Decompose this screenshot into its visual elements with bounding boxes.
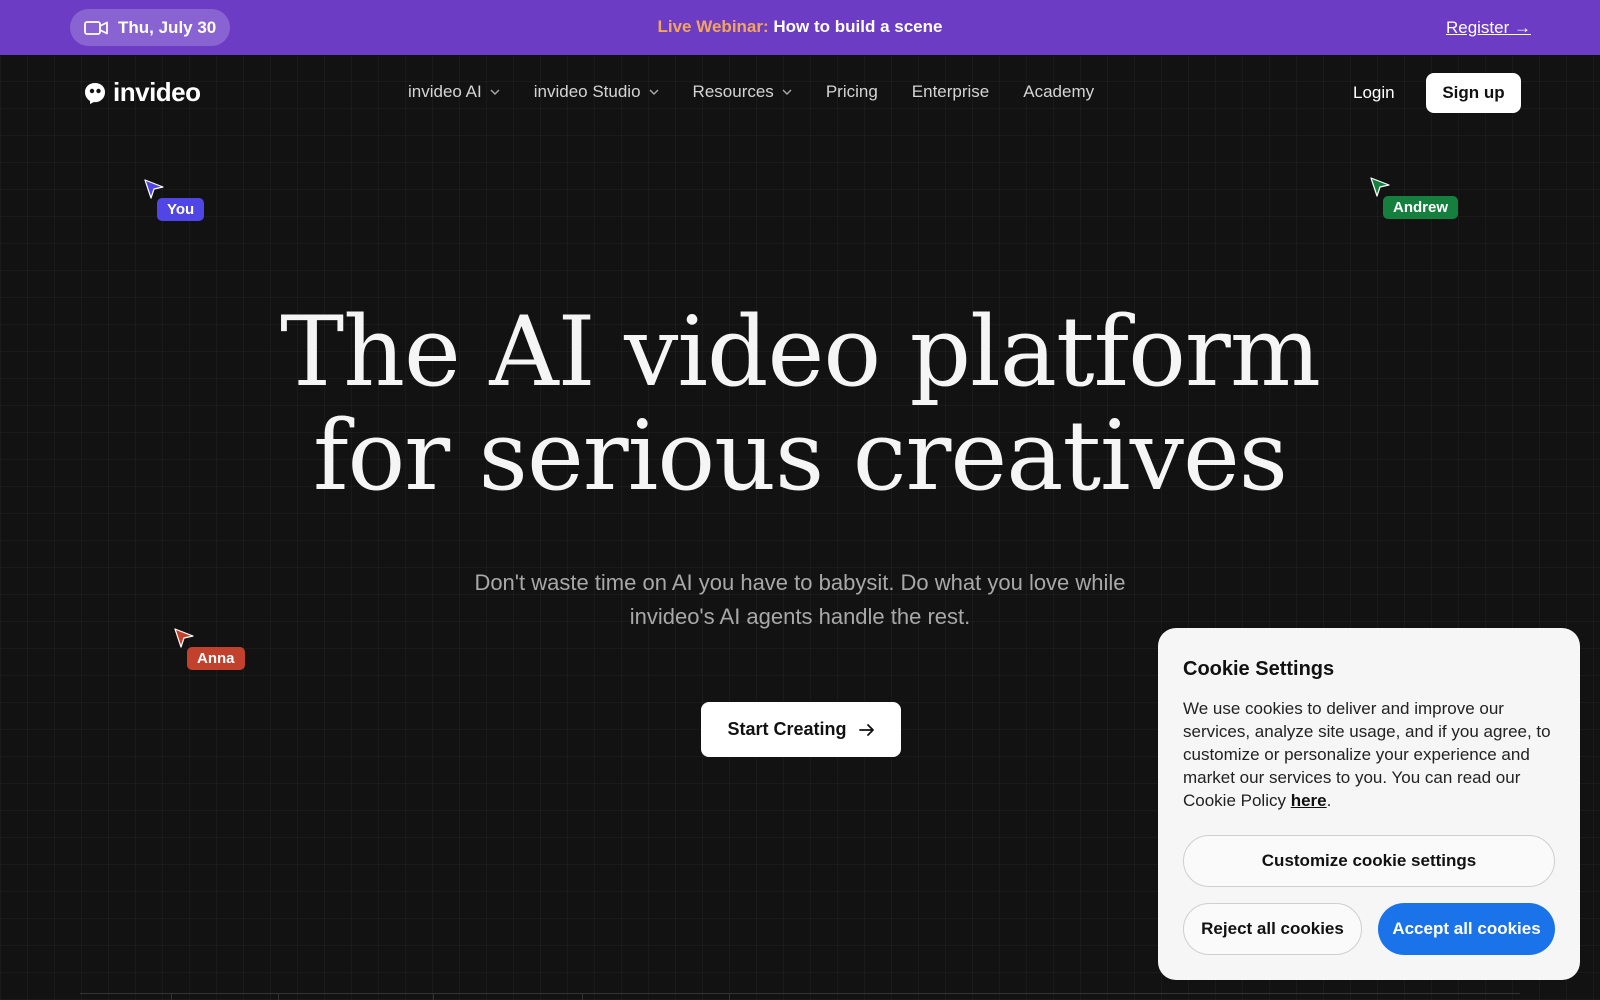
hero-subtitle: Don't waste time on AI you have to babys…: [474, 570, 1126, 629]
cookie-body-text: We use cookies to deliver and improve ou…: [1183, 699, 1551, 810]
reject-cookies-button[interactable]: Reject all cookies: [1183, 903, 1362, 955]
invideo-logo[interactable]: invideo: [83, 77, 201, 108]
cursor-tag: Anna: [187, 647, 245, 670]
webinar-title: How to build a scene: [773, 17, 943, 36]
cursor-tag: Andrew: [1383, 196, 1459, 219]
nav-item-label: Resources: [692, 82, 774, 101]
nav-item-pricing[interactable]: Pricing: [826, 82, 878, 102]
cookie-body: We use cookies to deliver and improve ou…: [1183, 697, 1555, 812]
cursor-tag: You: [157, 198, 205, 221]
cookie-title: Cookie Settings: [1183, 658, 1335, 680]
hero-title-line-2: for serious creatives: [312, 400, 1288, 512]
cookie-settings-dialog: Cookie Settings We use cookies to delive…: [1158, 628, 1580, 980]
preview-tabs-strip: [80, 993, 1520, 1000]
cta-label: Start Creating: [727, 719, 847, 739]
pointer-arrow-icon: [174, 628, 194, 648]
chevron-down-icon: [782, 89, 792, 95]
nav-item-enterprise[interactable]: Enterprise: [912, 82, 989, 102]
login-link[interactable]: Login: [1353, 83, 1395, 103]
nav-links: invideo AI invideo Studio Resources Pric…: [408, 82, 1094, 102]
preview-tab-divider: [279, 994, 434, 1000]
nav-item-resources[interactable]: Resources: [693, 82, 792, 102]
pointer-arrow-icon: [144, 179, 164, 199]
top-banner: Thu, July 30 Live Webinar: How to build …: [0, 0, 1600, 55]
pointer-arrow-icon: [1370, 177, 1390, 197]
preview-tab-divider: [172, 994, 279, 1000]
hero-title: The AI video platform for serious creati…: [0, 300, 1600, 508]
nav-item-label: Enterprise: [911, 82, 990, 101]
nav-item-label: invideo Studio: [533, 82, 641, 101]
nav-item-invideo-studio[interactable]: invideo Studio: [534, 82, 659, 102]
main-nav: invideo invideo AI invideo Studio Resour…: [0, 55, 1600, 131]
preview-tab-divider: [583, 994, 730, 1000]
nav-item-invideo-ai[interactable]: invideo AI: [408, 82, 500, 102]
cookie-policy-link[interactable]: here: [1291, 791, 1327, 810]
webinar-label: Live Webinar:: [657, 17, 769, 36]
logo-text: invideo: [113, 77, 201, 107]
webinar-announcement: Live Webinar: How to build a scene: [0, 17, 1600, 37]
nav-item-academy[interactable]: Academy: [1023, 82, 1094, 102]
signup-button[interactable]: Sign up: [1426, 73, 1521, 113]
nav-item-label: Academy: [1023, 82, 1095, 101]
chevron-down-icon: [490, 89, 500, 95]
register-link[interactable]: Register →: [1446, 18, 1531, 38]
nav-item-label: invideo AI: [408, 82, 482, 101]
hero-title-line-1: The AI video platform: [280, 296, 1321, 408]
arrow-right-icon: [858, 723, 874, 736]
accept-cookies-button[interactable]: Accept all cookies: [1378, 903, 1555, 955]
customize-cookies-button[interactable]: Customize cookie settings: [1183, 835, 1555, 887]
preview-tab-divider: [80, 994, 172, 1000]
invideo-logo-icon: [85, 82, 105, 104]
chevron-down-icon: [649, 89, 659, 95]
nav-item-label: Pricing: [825, 82, 878, 101]
preview-tab-divider: [434, 994, 583, 1000]
cookie-body-end: .: [1326, 791, 1332, 810]
start-creating-button[interactable]: Start Creating: [701, 702, 901, 757]
